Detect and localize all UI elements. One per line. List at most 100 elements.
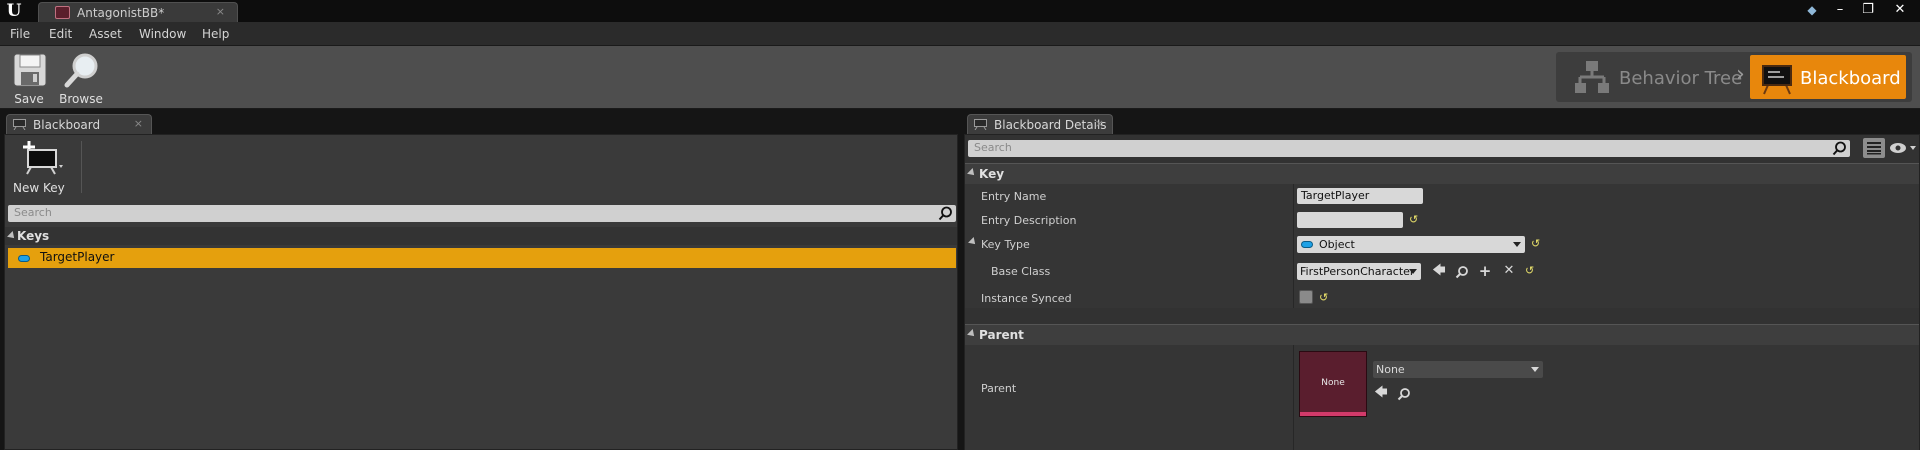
browse-magnifier-icon[interactable]: [1397, 387, 1411, 401]
new-key-label: New Key: [13, 181, 65, 195]
new-class-plus-icon[interactable]: +: [1477, 263, 1493, 279]
document-tab-label: AntagonistBB*: [77, 6, 165, 20]
parent-label: Parent: [981, 382, 1017, 395]
eye-icon: [1890, 143, 1916, 153]
thumbnail-label: None: [1321, 378, 1345, 388]
key-section-title: Key: [979, 167, 1005, 181]
parent-section-title: Parent: [979, 328, 1024, 342]
entry-name-label: Entry Name: [981, 190, 1047, 203]
asset-type-color-bar: [1300, 412, 1366, 416]
window-controls: ◆ – ❐ ✕: [1800, 1, 1920, 21]
blackboard-details-panel: Search Key Entry Name TargetPlayer Entry…: [964, 134, 1920, 450]
base-class-label: Base Class: [991, 265, 1051, 278]
collapse-arrow-icon[interactable]: [967, 168, 977, 178]
key-row-targetplayer[interactable]: TargetPlayer: [8, 248, 956, 268]
reset-to-default-icon[interactable]: ↺: [1525, 265, 1537, 277]
column-splitter[interactable]: [1293, 184, 1294, 308]
keys-header-label: Keys: [17, 229, 50, 243]
key-section-header[interactable]: Key: [965, 163, 1919, 184]
close-details-icon[interactable]: ×: [1095, 117, 1104, 130]
parent-section-body: Parent None None 🡄: [965, 345, 1919, 450]
save-label: Save: [14, 92, 44, 106]
entry-description-field[interactable]: [1297, 212, 1403, 228]
clear-x-icon[interactable]: ✕: [1501, 263, 1517, 279]
parent-asset-thumbnail[interactable]: None: [1299, 351, 1367, 417]
chevron-down-icon: [1513, 242, 1521, 247]
blackboard-panel-tab[interactable]: Blackboard ×: [6, 114, 152, 134]
property-matrix-button[interactable]: [1863, 138, 1885, 158]
keys-search-input[interactable]: Search: [8, 205, 956, 222]
maximize-button[interactable]: ❐: [1856, 1, 1880, 19]
details-search-input[interactable]: Search: [968, 140, 1850, 157]
instance-synced-checkbox[interactable]: [1299, 290, 1313, 304]
browse-label: Browse: [59, 92, 103, 106]
collapse-arrow-icon[interactable]: [967, 329, 977, 339]
blackboard-tab-label: Blackboard: [33, 118, 101, 132]
new-key-button[interactable]: New Key: [9, 139, 81, 195]
title-bar: U AntagonistBB* × ◆ – ❐ ✕: [0, 0, 1920, 22]
use-selected-arrow-icon[interactable]: 🡄: [1373, 385, 1389, 401]
search-icon: [938, 206, 952, 221]
menu-window[interactable]: Window: [139, 27, 186, 41]
save-button[interactable]: Save: [4, 50, 54, 106]
blackboard-mode-button[interactable]: Blackboard: [1750, 55, 1906, 99]
unreal-logo-icon: U: [6, 1, 22, 21]
close-tab-icon[interactable]: ×: [216, 5, 225, 18]
parent-asset-value: None: [1376, 363, 1405, 376]
expand-arrow-icon[interactable]: [968, 237, 978, 247]
browse-button[interactable]: Browse: [56, 50, 106, 106]
toolbar: Save Browse Behavior Tree › Blackboard: [0, 46, 1920, 109]
menu-bar: File Edit Asset Window Help: [0, 22, 1920, 46]
browse-magnifier-icon[interactable]: [1455, 265, 1469, 279]
minimize-button[interactable]: –: [1828, 1, 1852, 19]
parent-asset-combo[interactable]: None: [1373, 361, 1543, 378]
parent-section-header[interactable]: Parent: [965, 324, 1919, 345]
reset-to-default-icon[interactable]: ↺: [1531, 238, 1543, 250]
details-search-placeholder: Search: [974, 141, 1012, 154]
menu-asset[interactable]: Asset: [89, 27, 122, 41]
blackboard-toolbar: New Key: [5, 135, 957, 199]
hat-icon[interactable]: ◆: [1800, 1, 1824, 19]
use-selected-arrow-icon[interactable]: 🡄: [1431, 263, 1447, 279]
menu-help[interactable]: Help: [202, 27, 229, 41]
toolbar-divider: [81, 141, 82, 193]
reset-to-default-icon[interactable]: ↺: [1409, 214, 1421, 226]
key-type-combo[interactable]: Object: [1297, 236, 1525, 253]
base-class-value: FirstPersonCharacter: [1300, 265, 1415, 278]
view-options-button[interactable]: [1889, 140, 1917, 156]
behavior-tree-label: Behavior Tree: [1619, 68, 1743, 89]
entry-description-label: Entry Description: [981, 214, 1077, 227]
chevron-down-icon: [1531, 367, 1539, 372]
search-icon: [1832, 141, 1846, 156]
keys-search-placeholder: Search: [14, 206, 52, 219]
blackboard-asset-icon: [55, 6, 70, 19]
blackboard-label: Blackboard: [1800, 68, 1901, 89]
close-panel-icon[interactable]: ×: [134, 117, 143, 130]
browse-magnifier-icon: [64, 53, 98, 88]
list-view-icon: [1867, 142, 1881, 155]
base-class-combo[interactable]: FirstPersonCharacter: [1297, 263, 1421, 280]
menu-file[interactable]: File: [10, 27, 30, 41]
key-section-body: Entry Name TargetPlayer Entry Descriptio…: [965, 184, 1919, 308]
details-tab-label: Blackboard Details: [994, 118, 1107, 132]
keys-category-header[interactable]: Keys: [5, 227, 957, 245]
blackboard-details-tab[interactable]: Blackboard Details ×: [967, 114, 1113, 134]
object-type-icon: [1301, 241, 1313, 248]
document-tab[interactable]: AntagonistBB* ×: [38, 2, 238, 22]
editor-mode-switch: Behavior Tree › Blackboard: [1556, 52, 1912, 102]
key-name: TargetPlayer: [40, 250, 115, 264]
entry-name-field[interactable]: TargetPlayer: [1297, 188, 1423, 204]
object-key-type-icon: [18, 255, 30, 262]
blackboard-tab-icon: [13, 119, 26, 130]
key-type-value: Object: [1319, 238, 1355, 251]
blackboard-panel: New Key Search Keys TargetPlayer: [4, 134, 958, 450]
collapse-arrow-icon[interactable]: [7, 231, 17, 241]
close-window-button[interactable]: ✕: [1888, 1, 1912, 19]
behavior-tree-mode-button[interactable]: Behavior Tree: [1564, 55, 1744, 99]
reset-to-default-icon[interactable]: ↺: [1319, 292, 1331, 304]
save-icon: [13, 53, 47, 87]
menu-edit[interactable]: Edit: [49, 27, 72, 41]
blackboard-icon: [1762, 65, 1792, 95]
column-splitter[interactable]: [1293, 345, 1294, 450]
details-tab-icon: [974, 119, 987, 130]
